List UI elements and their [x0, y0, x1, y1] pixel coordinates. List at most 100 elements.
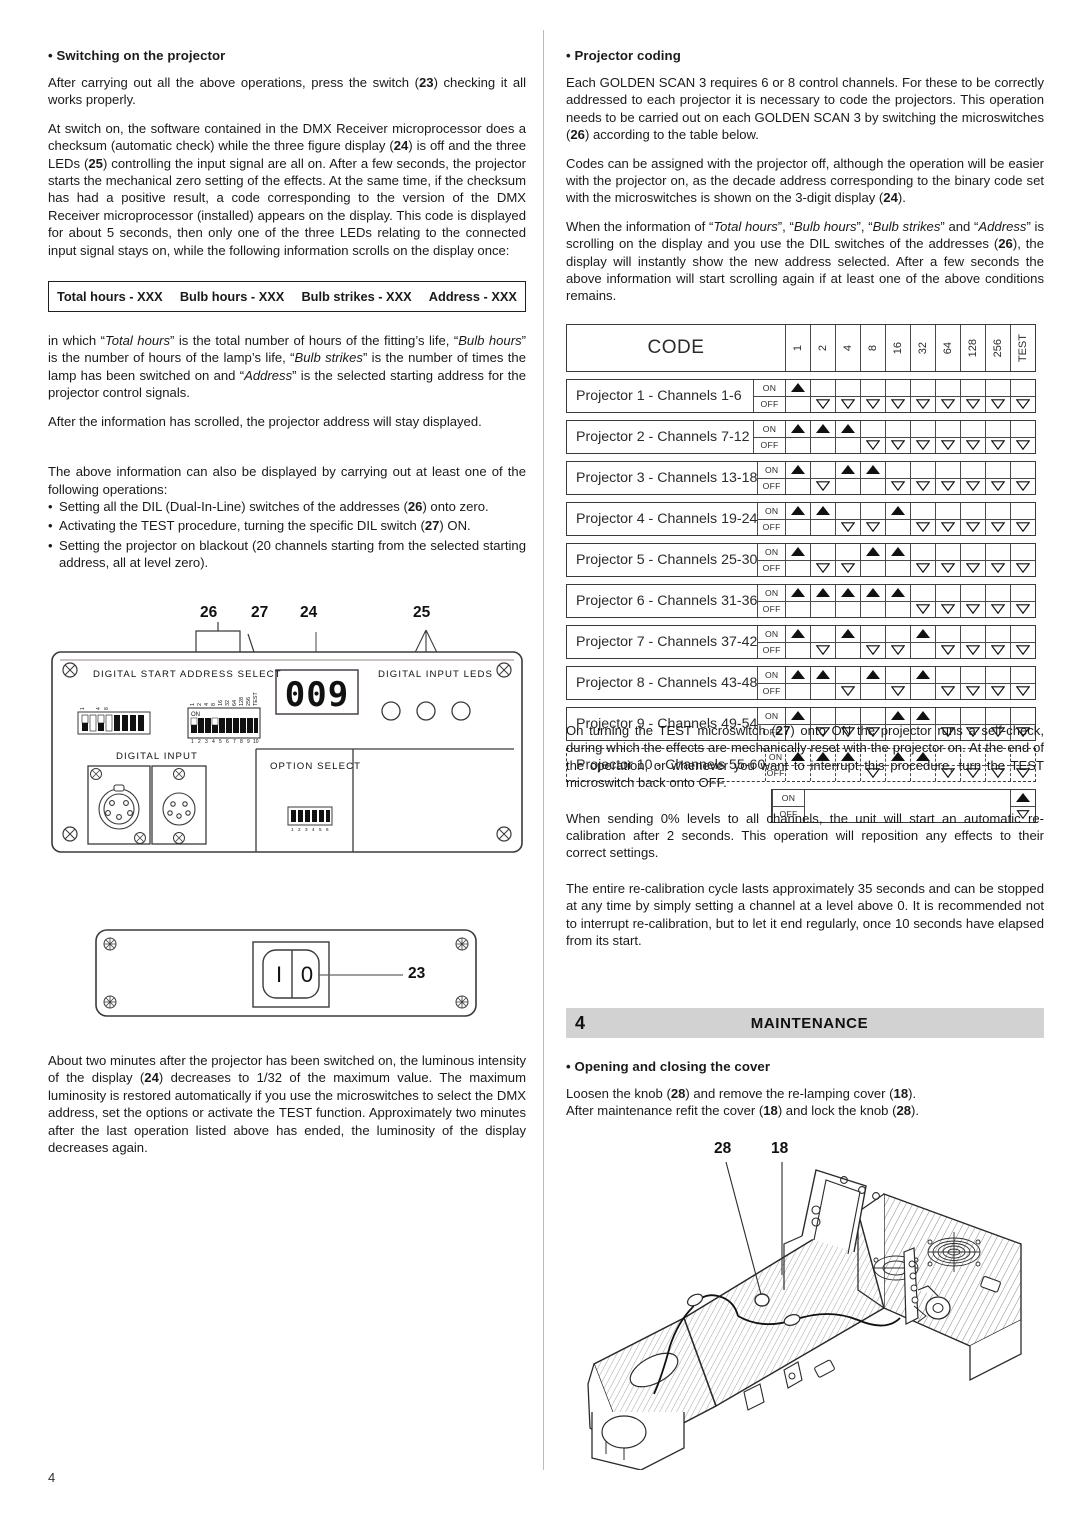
switch-up-icon [816, 424, 830, 434]
maintenance-number: 4 [575, 1012, 586, 1033]
bit-off-cell [861, 602, 885, 618]
bit-on-cell [886, 421, 910, 438]
bit-column-test [1010, 544, 1035, 576]
bit-off-cell [811, 479, 835, 495]
on-label: ON [758, 667, 785, 684]
bit-off-cell [786, 438, 810, 454]
svg-text:4: 4 [96, 707, 102, 710]
bit-off-cell [836, 479, 860, 495]
bit-column-4 [835, 503, 860, 535]
operation-item-1: Setting all the DIL (Dual-In-Line) switc… [48, 498, 526, 516]
bit-column-32 [910, 380, 935, 412]
bit-column-test [1010, 380, 1035, 412]
switch-up-icon [866, 547, 880, 557]
bit-off-cell [836, 561, 860, 577]
bit-column-16 [885, 421, 910, 453]
weight-header-2: 2 [810, 325, 835, 371]
bit-off-cell [836, 520, 860, 536]
bit-column-128 [960, 503, 985, 535]
switch-up-icon [816, 670, 830, 680]
bit-on-cell [811, 503, 835, 520]
switch-on-symbol: I [276, 962, 282, 987]
svg-text:ON: ON [191, 712, 200, 718]
off-label: OFF [762, 604, 781, 615]
switch-up-icon [841, 465, 855, 475]
switch-down-icon [916, 481, 930, 492]
code-row-label: Projector 5 - Channels 25-30 [576, 552, 758, 568]
switch-down-icon [916, 604, 930, 615]
bit-column-32 [910, 585, 935, 617]
bit-column-8 [860, 503, 885, 535]
bit-column-4 [835, 380, 860, 412]
weight-header-label: 8 [867, 344, 879, 352]
bit-column-4 [835, 585, 860, 617]
bit-off-cell [961, 438, 985, 454]
callout-26: 26 [200, 604, 218, 621]
bit-on-cell [961, 667, 985, 684]
bit-off-cell [836, 602, 860, 618]
bit-on-cell [786, 667, 810, 684]
off-label: OFF [762, 645, 781, 656]
weight-header-label: 16 [892, 341, 904, 355]
svg-text:256: 256 [246, 697, 252, 706]
projector-illustration: 28 18 [566, 1140, 1044, 1471]
bit-on-cell [911, 462, 935, 479]
code-row-projector-7: Projector 7 - Channels 37-42 ON OFF [566, 625, 1036, 659]
code-row-projector-8: Projector 8 - Channels 43-48 ON OFF [566, 666, 1036, 700]
svg-text:4: 4 [204, 703, 210, 706]
callout-23: 23 [408, 965, 426, 982]
bit-column-2 [810, 380, 835, 412]
weight-header-32: 32 [910, 325, 935, 371]
bit-column-2 [810, 626, 835, 658]
bit-on-cell [861, 626, 885, 643]
manual-page: Switching on the projector After carryin… [0, 0, 1080, 1526]
scroll-item-total-hours: Total hours - XXX [57, 289, 163, 305]
bit-on-cell [786, 585, 810, 602]
scroll-item-bulb-strikes: Bulb strikes - XXX [301, 289, 412, 305]
bit-column-64 [935, 503, 960, 535]
bit-on-cell [861, 667, 885, 684]
bit-column-16 [885, 462, 910, 494]
bit-column-16 [885, 544, 910, 576]
switch-up-icon [791, 670, 805, 680]
bit-column-32 [910, 503, 935, 535]
switch-up-icon [891, 711, 905, 721]
bit-column-8 [860, 544, 885, 576]
projector-svg [587, 1161, 1022, 1471]
code-row-bits [785, 626, 1035, 658]
label-option-select: OPTION SELECT [270, 761, 361, 772]
bit-on-cell [811, 462, 835, 479]
onoff-labels: ON OFF [757, 626, 785, 658]
bit-column-32 [910, 421, 935, 453]
switch-down-icon [1016, 563, 1030, 574]
svg-text:8: 8 [240, 739, 243, 745]
switch-down-icon [866, 645, 880, 656]
svg-text:10: 10 [253, 739, 259, 745]
control-panel-diagram: 26 27 24 25 ON 009 DIGITAL START ADDRESS… [48, 604, 526, 884]
bit-column-16 [885, 503, 910, 535]
bit-off-cell [861, 520, 885, 536]
bit-off-cell [1011, 643, 1035, 659]
switch-up-icon [866, 465, 880, 475]
svg-text:5: 5 [219, 739, 222, 745]
switch-down-icon [966, 440, 980, 451]
bit-column-2 [810, 462, 835, 494]
code-row-bits [785, 462, 1035, 494]
bit-off-cell [836, 643, 860, 659]
power-switch-diagram: I 0 23 [48, 920, 526, 1020]
svg-text:3: 3 [205, 739, 208, 745]
bit-on-cell [811, 585, 835, 602]
switch-up-icon [816, 506, 830, 516]
bit-off-cell [936, 684, 960, 700]
bit-off-cell [911, 561, 935, 577]
bit-off-cell [811, 520, 835, 536]
bit-off-cell [886, 602, 910, 618]
bit-on-cell [986, 667, 1010, 684]
bit-column-64 [935, 544, 960, 576]
onoff-labels: ON OFF [753, 421, 785, 453]
bit-off-cell [811, 397, 835, 413]
callout-27: 27 [251, 604, 269, 621]
bit-column-128 [960, 626, 985, 658]
bit-off-cell [886, 479, 910, 495]
switch-up-icon [791, 424, 805, 434]
